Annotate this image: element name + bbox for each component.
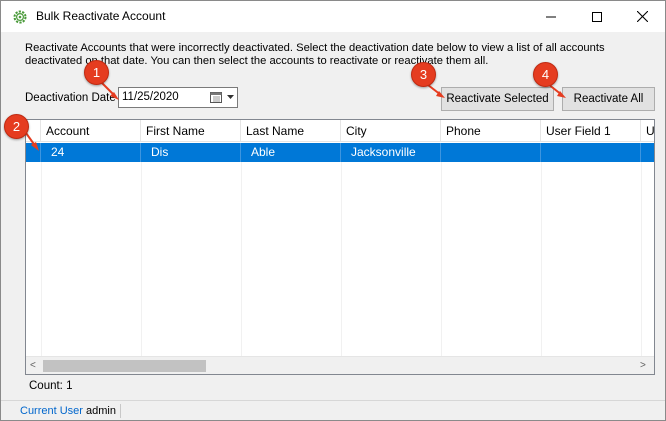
accounts-grid[interactable]: Account First Name Last Name City Phone … <box>25 119 655 375</box>
grid-line <box>341 162 342 356</box>
close-icon <box>636 11 648 22</box>
table-row[interactable]: 24 Dis Able Jacksonville <box>26 143 654 162</box>
horizontal-scrollbar[interactable]: < > <box>26 356 654 374</box>
column-header-account[interactable]: Account <box>41 120 141 142</box>
grid-line <box>641 162 642 356</box>
cell-city[interactable]: Jacksonville <box>341 143 441 162</box>
scroll-left-button[interactable]: < <box>30 360 36 371</box>
grid-line <box>141 162 142 356</box>
deactivation-date-value[interactable]: 11/25/2020 <box>122 91 179 103</box>
callout-badge-3: 3 <box>411 62 436 87</box>
window-title: Bulk Reactivate Account <box>36 9 166 23</box>
status-divider <box>120 404 121 418</box>
cell-user-field-1[interactable] <box>541 143 641 162</box>
grid-line <box>541 162 542 356</box>
chevron-down-icon[interactable] <box>226 92 235 101</box>
cell-first-name[interactable]: Dis <box>141 143 241 162</box>
close-button[interactable] <box>619 1 665 32</box>
minimize-button[interactable] <box>528 1 574 32</box>
grid-header: Account First Name Last Name City Phone … <box>26 120 654 142</box>
cell-phone[interactable] <box>441 143 541 162</box>
cell-user-field-2[interactable] <box>641 143 654 162</box>
reactivate-all-button[interactable]: Reactivate All <box>562 87 655 111</box>
grid-line <box>241 162 242 356</box>
cell-account[interactable]: 24 <box>41 143 141 162</box>
column-header-phone[interactable]: Phone <box>441 120 541 142</box>
gear-icon <box>13 10 27 24</box>
current-user-label: Current User <box>20 405 83 417</box>
column-header-last-name[interactable]: Last Name <box>241 120 341 142</box>
scroll-right-button[interactable]: > <box>640 360 646 371</box>
title-bar: Bulk Reactivate Account <box>1 1 665 32</box>
current-user-value: admin <box>86 405 116 417</box>
callout-badge-2: 2 <box>4 114 29 139</box>
calendar-icon[interactable] <box>210 91 223 104</box>
column-header-city[interactable]: City <box>341 120 441 142</box>
deactivation-date-picker[interactable]: 11/25/2020 <box>118 87 238 108</box>
cell-last-name[interactable]: Able <box>241 143 341 162</box>
callout-badge-1: 1 <box>84 60 109 85</box>
scroll-thumb[interactable] <box>43 360 206 372</box>
callout-badge-4: 4 <box>533 62 558 87</box>
grid-line <box>441 162 442 356</box>
status-bar: Current User admin <box>1 400 665 420</box>
grid-line <box>41 162 42 356</box>
minimize-icon <box>546 16 556 17</box>
row-selector[interactable] <box>26 143 41 162</box>
column-header-user-field-1[interactable]: User Field 1 <box>541 120 641 142</box>
maximize-button[interactable] <box>574 1 620 32</box>
record-count: Count: 1 <box>29 380 73 392</box>
deactivation-date-label: Deactivation Date <box>25 92 116 104</box>
maximize-icon <box>592 11 602 22</box>
column-header-first-name[interactable]: First Name <box>141 120 241 142</box>
column-header-user-field-2[interactable]: U <box>641 120 654 142</box>
reactivate-selected-button[interactable]: Reactivate Selected <box>441 87 554 111</box>
